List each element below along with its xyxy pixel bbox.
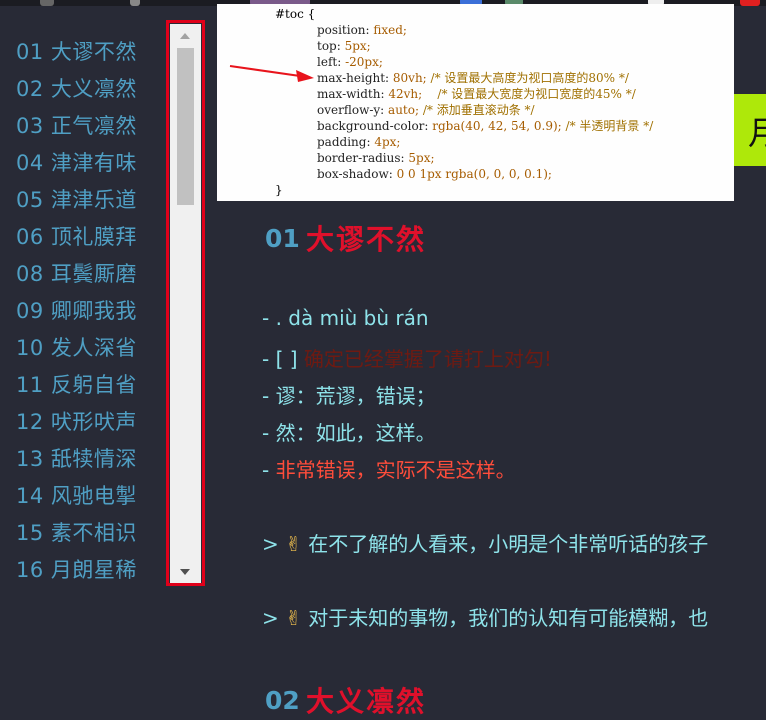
toc-item[interactable]: 14 风驰电掣 [16,480,137,510]
toc-item[interactable]: 12 吠形吠声 [16,406,137,436]
toc-item[interactable]: 04 津津有味 [16,147,137,177]
toc-item[interactable]: 03 正气凛然 [16,110,137,140]
code-line: max-height: 80vh; /* 设置最大高度为视口高度的80% */ [317,71,629,85]
red-arrow-icon [229,65,314,82]
section-number: 01 [265,224,300,253]
toc-scrollbar[interactable] [170,24,201,583]
example-quote: > ✌ 在不了解的人看来，小明是个非常听话的孩子 [262,532,709,556]
toolbar-icon[interactable] [130,0,140,6]
pinyin-line: - . dà miù bù rán [262,306,429,330]
checkbox-task[interactable]: - [ ] 确定已经掌握了请打上对勾! [262,343,552,372]
section-number: 02 [265,686,300,715]
meaning-line: - 非常错误，实际不是这样。 [262,458,516,482]
code-line: position: fixed; [317,23,407,37]
code-line: left: -20px; [317,55,383,69]
toc-item[interactable]: 01 大谬不然 [16,36,137,66]
toc-item[interactable]: 08 耳鬓厮磨 [16,258,137,288]
section-title: 大谬不然 [306,223,427,256]
toc-item[interactable]: 10 发人深省 [16,332,137,362]
definition-line: - 谬：荒谬，错误； [262,384,436,408]
code-line: box-shadow: 0 0 1px rgba(0, 0, 0, 0.1); [317,167,552,181]
code-line: background-color: rgba(40, 42, 54, 0.9);… [317,119,654,133]
scroll-down-arrow-icon[interactable] [180,569,190,575]
victory-hand-icon: ✌ [285,532,302,556]
toc-item[interactable]: 05 津津乐道 [16,184,137,214]
scrollbar-thumb[interactable] [177,48,194,205]
toc-item[interactable]: 02 大义凛然 [16,73,137,103]
section-title: 大义凛然 [306,685,427,718]
code-line: } [275,183,283,197]
toolbar-icon[interactable] [40,0,54,6]
code-line: overflow-y: auto; /* 添加垂直滚动条 */ [317,103,535,117]
toc-item[interactable]: 16 月朗星稀 [16,554,137,584]
code-line: #toc { [275,7,316,21]
table-of-contents: 01 大谬不然 02 大义凛然 03 正气凛然 04 津津有味 05 津津乐道 … [0,28,168,582]
code-line: top: 5px; [317,39,371,53]
victory-hand-icon: ✌ [285,606,302,630]
toc-item[interactable]: 13 舐犊情深 [16,443,137,473]
toc-item[interactable]: 09 卿卿我我 [16,295,137,325]
definition-line: - 然：如此，这样。 [262,421,436,445]
scroll-up-arrow-icon[interactable] [180,33,190,39]
toc-item[interactable]: 06 顶礼膜拜 [16,221,137,251]
css-code-snippet: #toc { position: fixed; top: 5px; left: … [217,4,734,201]
banner-glyph: 月 [748,114,766,152]
toc-item[interactable]: 11 反躬自省 [16,369,137,399]
example-quote: > ✌ 对于未知的事物，我们的认知有可能模糊，也 [262,606,709,630]
code-line: border-radius: 5px; [317,151,435,165]
code-line: padding: 4px; [317,135,401,149]
code-line: max-width: 42vh; /* 设置最大宽度为视口宽度的45% */ [317,87,636,101]
notification-badge[interactable] [740,0,760,6]
toc-item[interactable]: 15 素不相识 [16,517,137,547]
